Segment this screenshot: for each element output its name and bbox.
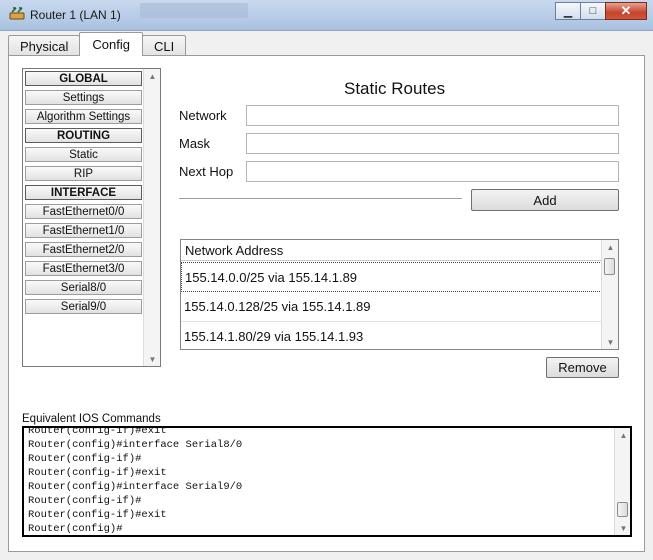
minimize-button[interactable]: ▁ bbox=[555, 2, 581, 20]
tab-bar: Physical Config CLI bbox=[8, 32, 187, 56]
nav-item-fastethernet0-0[interactable]: FastEthernet0/0 bbox=[25, 204, 142, 219]
route-list-box: Network Address 155.14.0.0/25 via 155.14… bbox=[180, 239, 619, 350]
maximize-button[interactable]: □ bbox=[580, 2, 606, 20]
scroll-down-arrow-icon[interactable]: ▼ bbox=[615, 521, 630, 535]
nav-item-static[interactable]: Static bbox=[25, 147, 142, 162]
nav-item-fastethernet2-0[interactable]: FastEthernet2/0 bbox=[25, 242, 142, 257]
nav-item-serial8-0[interactable]: Serial8/0 bbox=[25, 280, 142, 295]
background-window-ghost bbox=[140, 3, 248, 18]
nav-header-global[interactable]: GLOBAL bbox=[25, 71, 142, 86]
ios-commands-console[interactable]: Router(config-if)#exit Router(config)#int… bbox=[22, 426, 632, 537]
route-item[interactable]: 155.14.1.80/29 via 155.14.1.93 bbox=[181, 322, 602, 349]
config-nav-list: GLOBAL Settings Algorithm Settings ROUTI… bbox=[22, 68, 161, 367]
router-app-icon bbox=[9, 7, 25, 20]
scroll-down-arrow-icon[interactable]: ▼ bbox=[144, 352, 161, 366]
nav-items: GLOBAL Settings Algorithm Settings ROUTI… bbox=[25, 71, 144, 318]
tab-cli[interactable]: CLI bbox=[142, 35, 187, 56]
console-line: Router(config)# bbox=[28, 523, 123, 535]
mask-label: Mask bbox=[179, 136, 211, 151]
config-panel: GLOBAL Settings Algorithm Settings ROUTI… bbox=[8, 55, 645, 552]
next-hop-input[interactable] bbox=[246, 161, 619, 182]
route-list-scrollbar[interactable]: ▲ ▼ bbox=[601, 240, 618, 349]
scroll-up-arrow-icon[interactable]: ▲ bbox=[144, 69, 161, 83]
tab-config[interactable]: Config bbox=[79, 32, 143, 56]
console-line: Router(config-if)# bbox=[28, 453, 142, 465]
console-output: Router(config-if)#exit Router(config)#int… bbox=[28, 426, 243, 535]
console-line: Router(config-if)#exit bbox=[28, 467, 167, 479]
window-controls: ▁ □ ✕ bbox=[555, 2, 647, 20]
minimize-icon: ▁ bbox=[563, 5, 573, 18]
route-scroll-thumb[interactable] bbox=[604, 258, 615, 275]
console-line: Router(config-if)#exit bbox=[28, 509, 167, 521]
nav-header-interface[interactable]: INTERFACE bbox=[25, 185, 142, 200]
maximize-icon: □ bbox=[589, 5, 597, 17]
scroll-up-arrow-icon[interactable]: ▲ bbox=[602, 240, 618, 254]
router-config-window: Router 1 (LAN 1) ▁ □ ✕ Physical Config C… bbox=[0, 0, 653, 560]
window-title: Router 1 (LAN 1) bbox=[30, 8, 121, 22]
ios-commands-label: Equivalent IOS Commands bbox=[22, 413, 161, 425]
console-line: Router(config-if)#exit bbox=[28, 426, 167, 437]
remove-button[interactable]: Remove bbox=[546, 357, 619, 378]
network-address-header: Network Address bbox=[181, 240, 602, 261]
title-bar[interactable]: Router 1 (LAN 1) ▁ □ ✕ bbox=[0, 0, 653, 31]
console-line: Router(config)#interface Serial9/0 bbox=[28, 481, 243, 493]
next-hop-label: Next Hop bbox=[179, 164, 234, 179]
mask-input[interactable] bbox=[246, 133, 619, 154]
console-line: Router(config)#interface Serial8/0 bbox=[28, 439, 243, 451]
network-input[interactable] bbox=[246, 105, 619, 126]
add-button[interactable]: Add bbox=[471, 189, 619, 211]
route-list: 155.14.0.0/25 via 155.14.1.89 155.14.0.1… bbox=[181, 262, 602, 349]
static-routes-title: Static Routes bbox=[344, 79, 446, 98]
close-button[interactable]: ✕ bbox=[605, 2, 647, 20]
scroll-down-arrow-icon[interactable]: ▼ bbox=[602, 335, 618, 349]
nav-item-algorithm-settings[interactable]: Algorithm Settings bbox=[25, 109, 142, 124]
console-scroll-thumb[interactable] bbox=[617, 502, 628, 517]
nav-item-serial9-0[interactable]: Serial9/0 bbox=[25, 299, 142, 314]
console-line: Router(config-if)# bbox=[28, 495, 142, 507]
console-scrollbar[interactable]: ▲ ▼ bbox=[614, 428, 630, 535]
nav-item-fastethernet1-0[interactable]: FastEthernet1/0 bbox=[25, 223, 142, 238]
scroll-up-arrow-icon[interactable]: ▲ bbox=[615, 428, 630, 442]
nav-item-rip[interactable]: RIP bbox=[25, 166, 142, 181]
route-item[interactable]: 155.14.0.128/25 via 155.14.1.89 bbox=[181, 292, 602, 322]
network-label: Network bbox=[179, 108, 227, 123]
nav-item-settings[interactable]: Settings bbox=[25, 90, 142, 105]
tab-physical[interactable]: Physical bbox=[8, 35, 81, 56]
nav-item-fastethernet3-0[interactable]: FastEthernet3/0 bbox=[25, 261, 142, 276]
close-icon: ✕ bbox=[620, 3, 632, 18]
route-item[interactable]: 155.14.0.0/25 via 155.14.1.89 bbox=[181, 262, 602, 292]
nav-header-routing[interactable]: ROUTING bbox=[25, 128, 142, 143]
divider bbox=[179, 198, 462, 200]
nav-scrollbar[interactable]: ▲ ▼ bbox=[143, 69, 160, 366]
